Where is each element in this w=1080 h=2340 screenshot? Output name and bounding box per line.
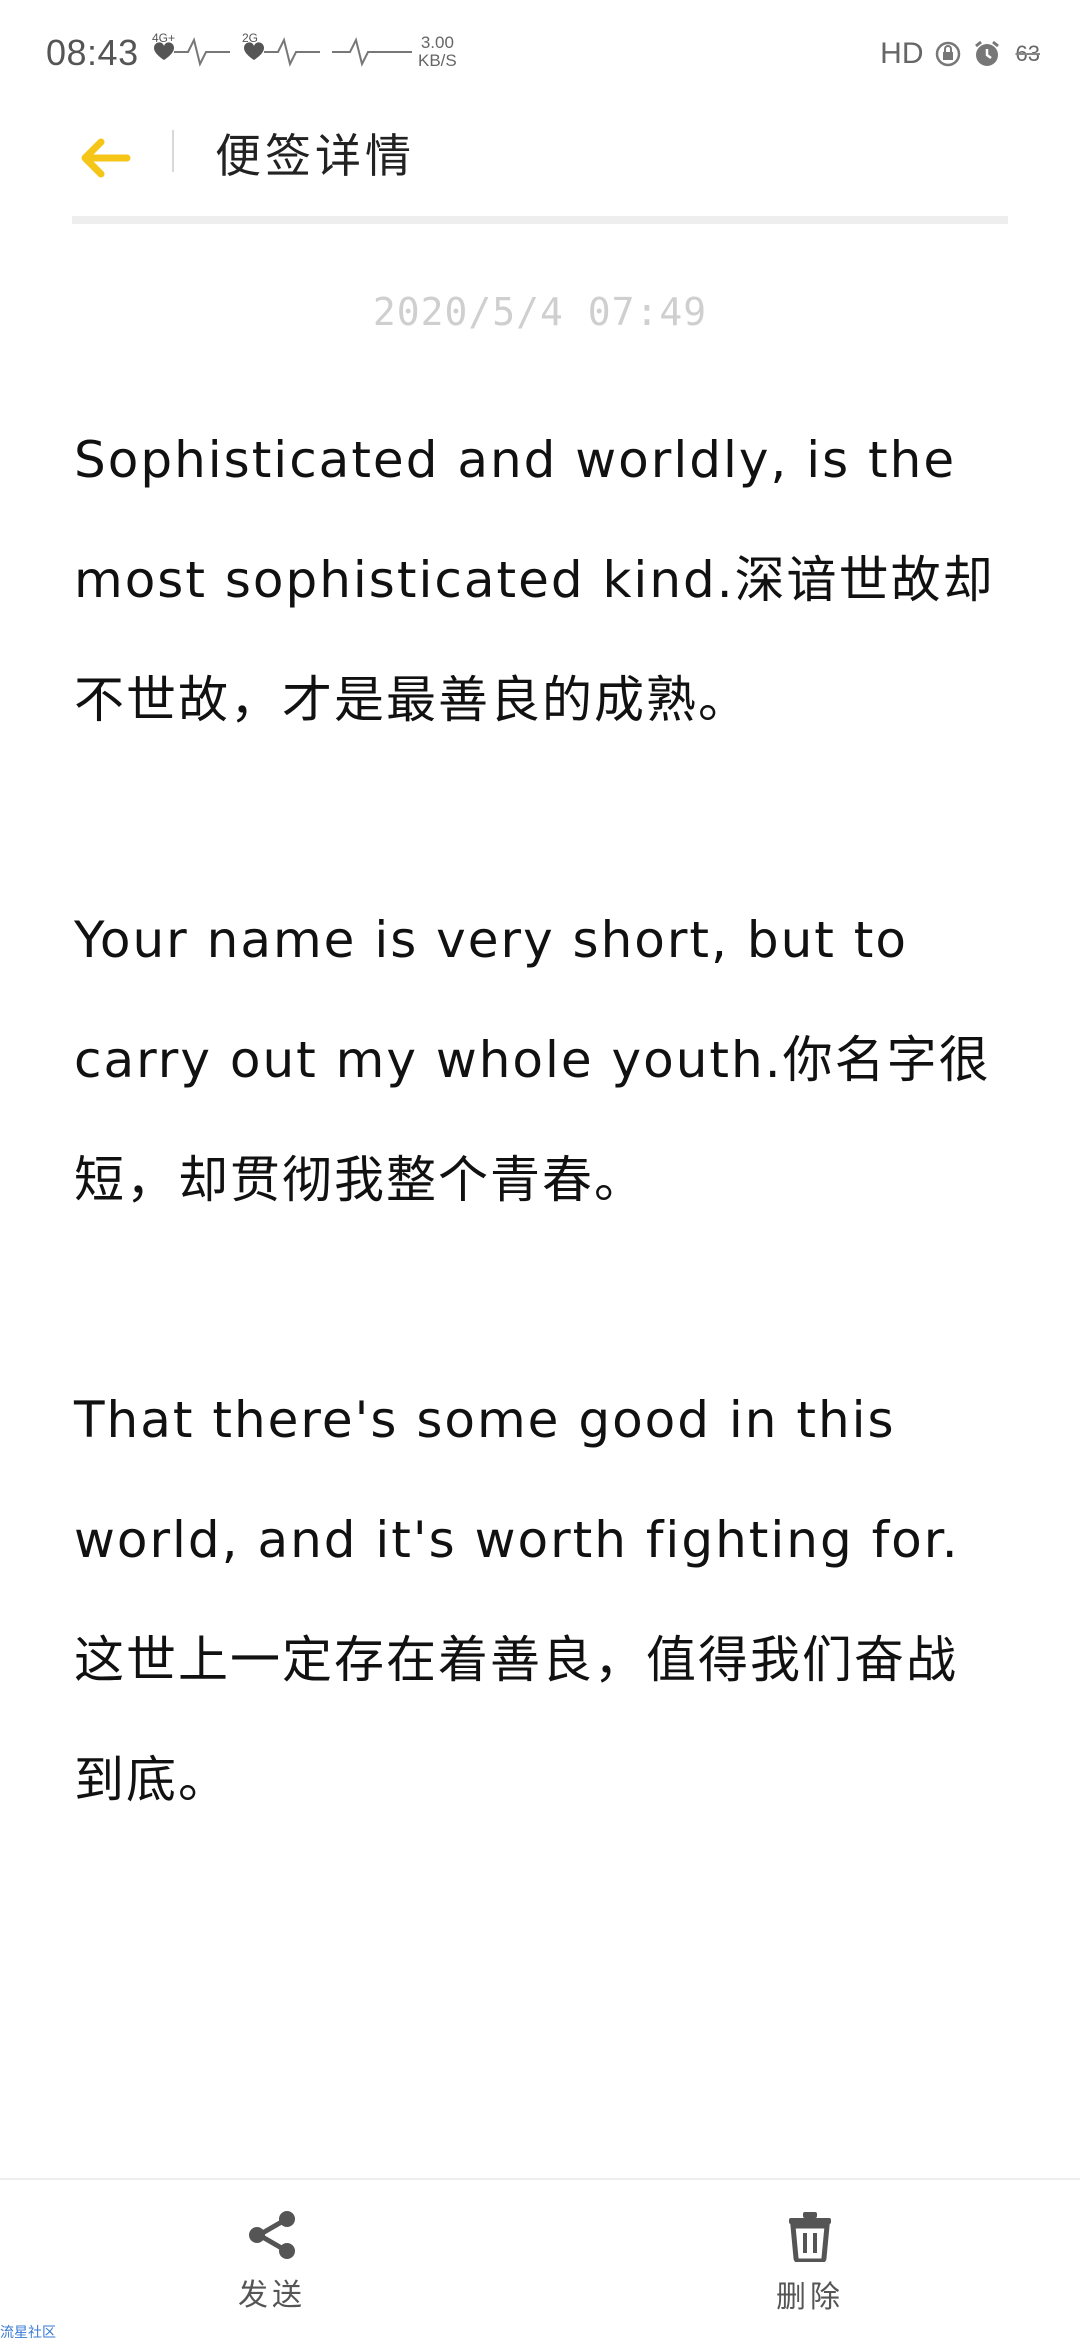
status-bar: 08:43 4G+ 2G 3.00 KB/S HD 63 xyxy=(0,0,1080,110)
alarm-clock-icon xyxy=(974,40,999,66)
share-icon xyxy=(249,2211,295,2259)
battery-indicator: 63 xyxy=(1015,41,1040,66)
network-speed-value: 3.00 xyxy=(420,33,454,52)
back-button[interactable] xyxy=(70,118,140,198)
watermark: 流星社区 xyxy=(0,2325,56,2340)
network-speed: 3.00 KB/S xyxy=(418,34,457,70)
header-separator xyxy=(72,216,1008,224)
note-detail-screen: 08:43 4G+ 2G 3.00 KB/S HD 63 便签详情 2020/5… xyxy=(0,0,1080,2340)
delete-button[interactable]: 删除 xyxy=(730,2210,890,2320)
status-time: 08:43 xyxy=(46,32,139,73)
page-title: 便签详情 xyxy=(215,129,415,183)
bottom-toolbar: 发送 删除 xyxy=(0,2178,1080,2340)
signal-2-label: 2G xyxy=(242,31,258,45)
rotation-lock-icon xyxy=(935,41,960,67)
header-divider xyxy=(172,130,174,172)
send-label: 发送 xyxy=(238,2278,306,2313)
note-content[interactable]: Sophisticated and worldly, is the most s… xyxy=(74,400,1004,1960)
send-button[interactable]: 发送 xyxy=(192,2210,352,2320)
trash-icon xyxy=(789,2212,831,2262)
note-paragraph: That there's some good in this world, an… xyxy=(74,1391,960,1809)
header: 便签详情 xyxy=(0,110,1080,210)
note-paragraph: Sophisticated and worldly, is the most s… xyxy=(74,431,995,729)
hd-indicator: HD xyxy=(880,37,924,70)
signal-1-label: 4G+ xyxy=(152,31,175,45)
status-right-icons: HD 63 xyxy=(880,32,1040,76)
network-speed-unit: KB/S xyxy=(418,51,457,70)
note-date: 2020/5/4 07:49 xyxy=(372,290,708,334)
note-paragraph: Your name is very short, but to carry ou… xyxy=(74,911,991,1209)
arrow-left-icon xyxy=(81,138,131,178)
delete-label: 删除 xyxy=(776,2280,844,2315)
